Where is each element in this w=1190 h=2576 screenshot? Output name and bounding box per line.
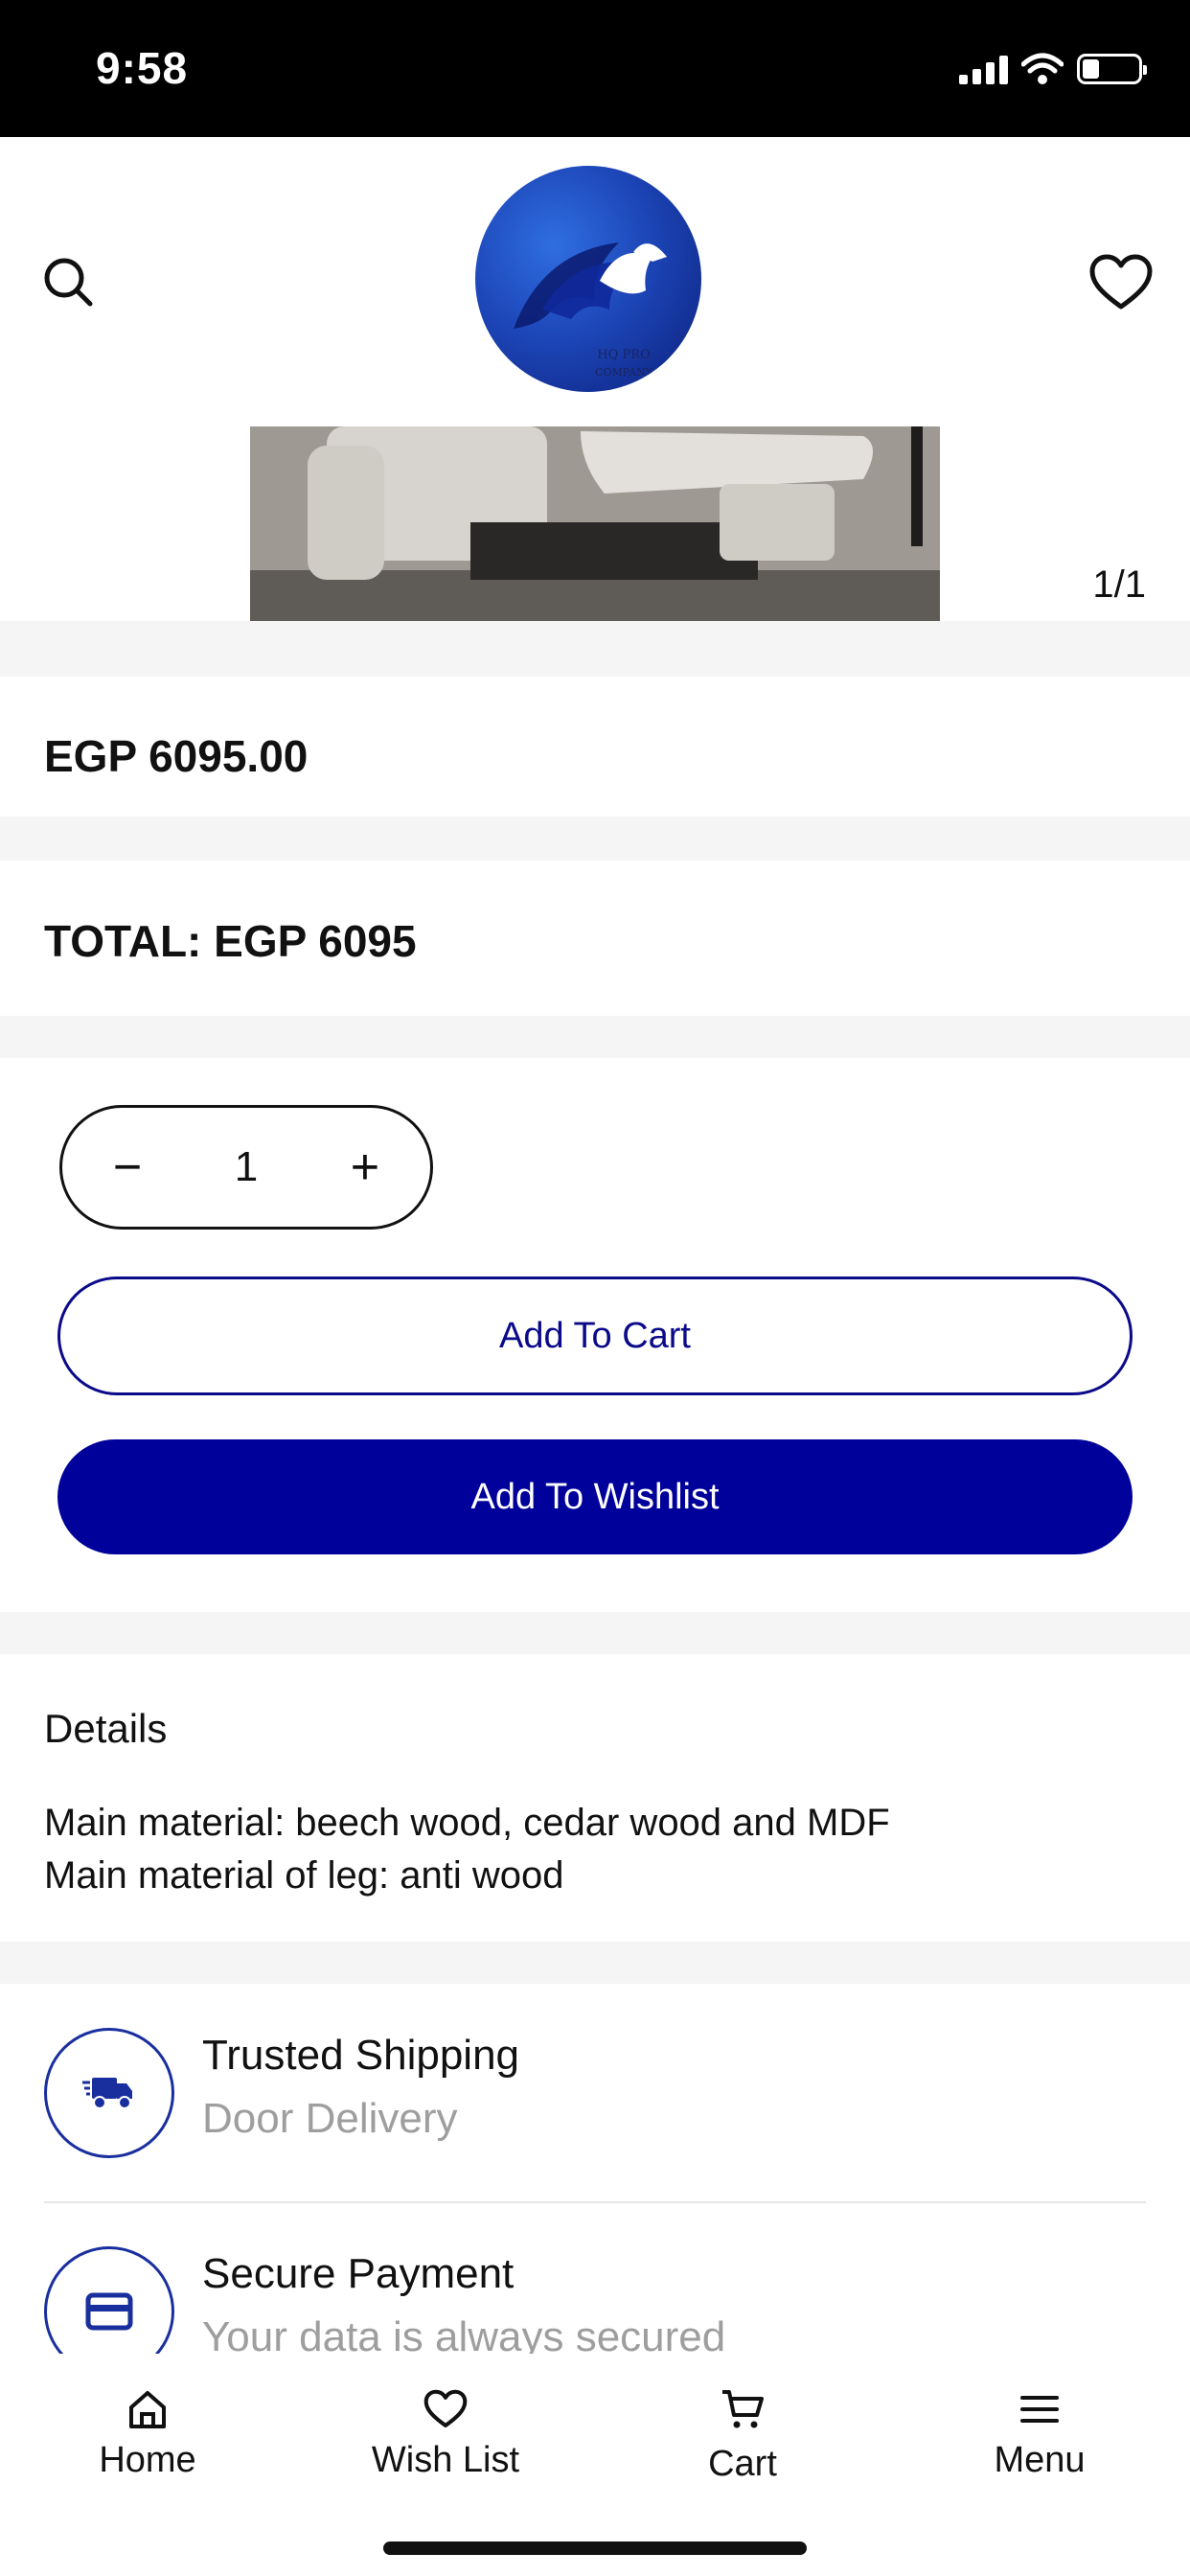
feature-subtitle: Your data is always secured (202, 2313, 726, 2354)
feature-subtitle: Door Delivery (202, 2095, 458, 2142)
section-separator (0, 621, 1190, 677)
heart-icon (423, 2389, 468, 2427)
status-bar: 9:58 (0, 0, 1190, 137)
card-icon (44, 2246, 174, 2354)
add-to-cart-button[interactable]: Add To Cart (57, 1276, 1133, 1395)
details-heading: Details (44, 1706, 168, 1751)
section-separator (0, 1612, 1190, 1654)
nav-home[interactable]: Home (42, 2382, 253, 2481)
section-separator (0, 1016, 1190, 1058)
image-counter: 1/1 (1092, 564, 1146, 606)
wishlist-header-button[interactable] (1083, 244, 1159, 321)
increase-quantity-button[interactable]: + (336, 1138, 394, 1196)
section-separator (0, 1942, 1190, 1984)
home-icon (129, 2391, 166, 2428)
decrease-quantity-button[interactable]: − (99, 1138, 156, 1196)
details-line: Main material of leg: anti wood (44, 1854, 564, 1897)
header: HQ PRO COMPANY (0, 137, 1190, 425)
nav-cart[interactable]: Cart (637, 2382, 848, 2485)
heart-icon (1089, 254, 1153, 310)
total-price: TOTAL: EGP 6095 (44, 916, 417, 966)
search-button[interactable] (31, 244, 107, 321)
signal-icon (959, 54, 1008, 84)
divider (44, 2201, 1146, 2203)
brand-logo: HQ PRO COMPANY (475, 166, 701, 392)
status-icons (959, 53, 1147, 85)
wifi-icon (1021, 53, 1064, 84)
battery-icon (1077, 54, 1147, 84)
home-indicator (383, 2542, 807, 2555)
quantity-stepper: − 1 + (59, 1105, 433, 1230)
product-price: EGP 6095.00 (44, 731, 309, 781)
bottom-nav: Home Wish List Cart Menu (0, 2354, 1190, 2576)
logo-text: HQ PRO COMPANY (595, 348, 652, 379)
menu-icon (1020, 2396, 1059, 2423)
nav-label: Menu (994, 2440, 1086, 2480)
feature-title: Secure Payment (202, 2250, 515, 2297)
status-time: 9:58 (96, 43, 189, 93)
nav-label: Home (99, 2440, 196, 2480)
nav-label: Cart (708, 2444, 777, 2484)
truck-icon (44, 2028, 174, 2158)
nav-wishlist[interactable]: Wish List (340, 2382, 551, 2481)
feature-title: Trusted Shipping (202, 2032, 520, 2079)
feature-shipping: Trusted Shipping Door Delivery (44, 2028, 1146, 2172)
section-separator (0, 816, 1190, 861)
nav-menu[interactable]: Menu (934, 2382, 1145, 2481)
feature-payment-clip: Secure Payment Your data is always secur… (0, 2239, 1190, 2354)
cart-icon (722, 2390, 764, 2428)
quantity-value: 1 (234, 1143, 259, 1190)
search-icon (44, 258, 93, 307)
add-to-wishlist-button[interactable]: Add To Wishlist (57, 1439, 1133, 1554)
nav-label: Wish List (371, 2440, 520, 2480)
details-line: Main material: beech wood, cedar wood an… (44, 1802, 890, 1844)
feature-payment: Secure Payment Your data is always secur… (44, 2246, 1146, 2354)
product-image[interactable] (250, 426, 940, 621)
